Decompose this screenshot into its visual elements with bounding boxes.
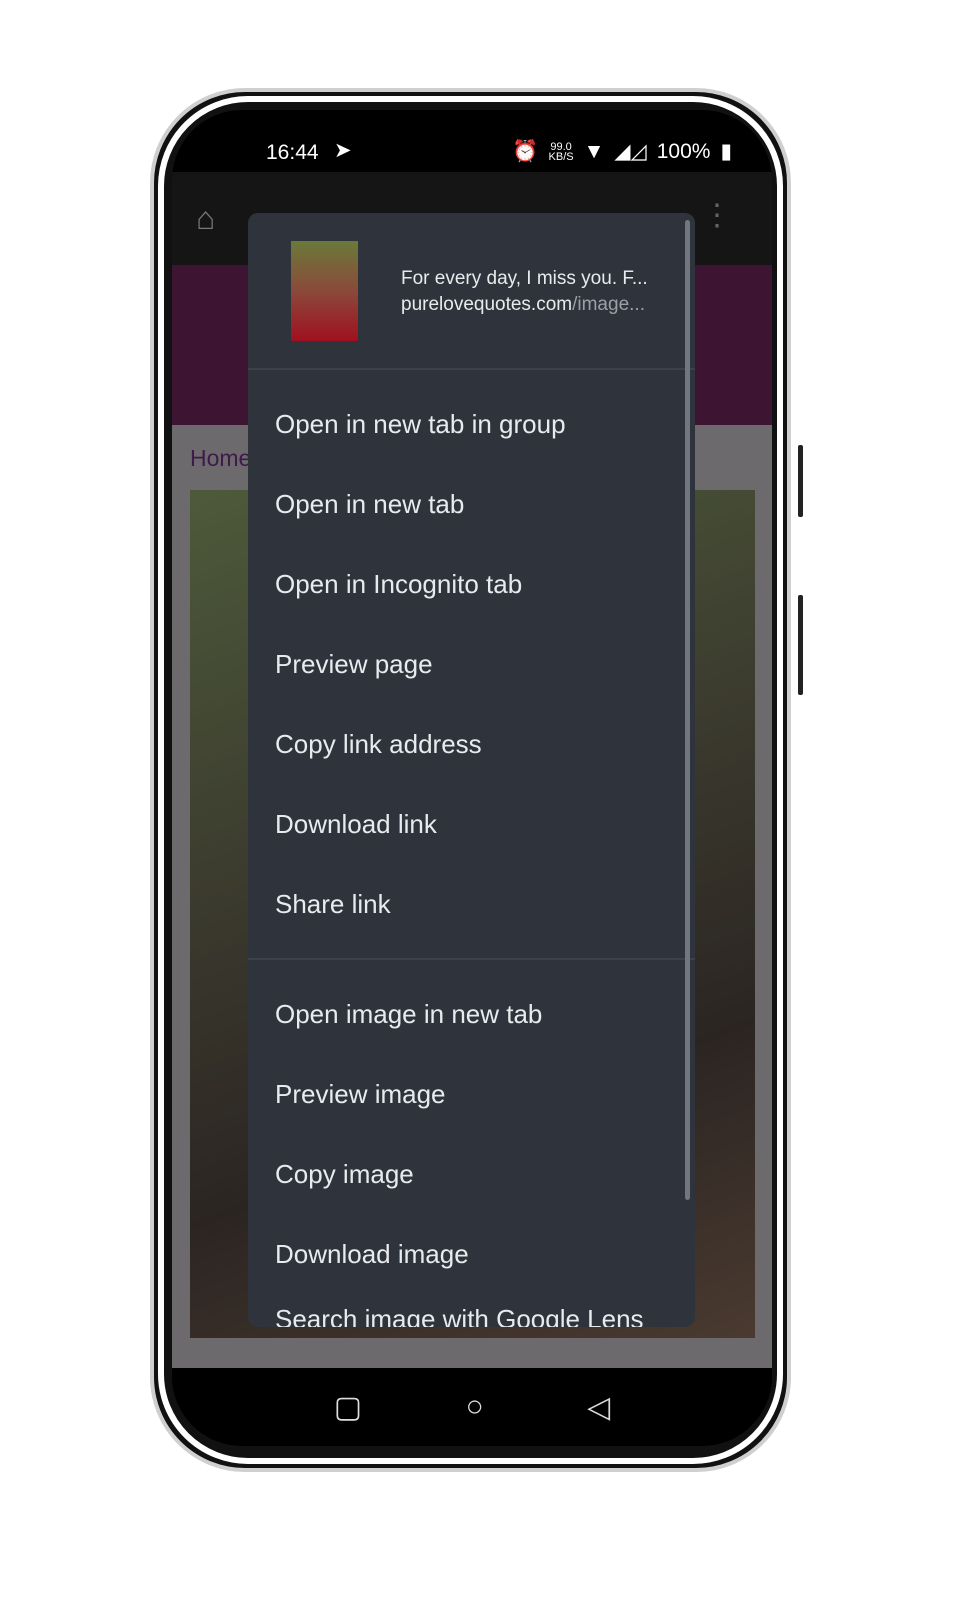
link-title: For every day, I miss you. F... <box>401 268 648 289</box>
recents-icon[interactable]: ▢ <box>334 1390 362 1425</box>
menu-item-share-link[interactable]: Share link <box>248 864 695 944</box>
link-path: /image... <box>572 294 645 315</box>
menu-item-open-new-tab[interactable]: Open in new tab <box>248 464 695 544</box>
menu-item-download-image[interactable]: Download image <box>248 1214 695 1294</box>
battery-icon: ▮ <box>720 140 732 163</box>
battery-level: 100% <box>656 139 711 163</box>
network-speed-unit: KB/S <box>548 150 574 163</box>
volume-button <box>798 445 803 517</box>
status-time: 16:44 <box>266 141 319 164</box>
link-domain: purelovequotes.com <box>401 294 573 315</box>
menu-item-open-incognito[interactable]: Open in Incognito tab <box>248 544 695 624</box>
menu-item-open-new-tab-group[interactable]: Open in new tab in group <box>248 384 695 464</box>
menu-header: For every day, I miss you. F... purelove… <box>248 213 695 370</box>
home-nav-icon[interactable]: ○ <box>466 1390 484 1424</box>
menu-scrollbar[interactable] <box>685 220 690 1200</box>
menu-item-preview-image[interactable]: Preview image <box>248 1054 695 1134</box>
image-thumbnail <box>291 241 358 341</box>
menu-item-download-link[interactable]: Download link <box>248 784 695 864</box>
back-icon[interactable]: ◁ <box>587 1390 610 1425</box>
home-icon[interactable]: ⌂ <box>196 200 215 237</box>
menu-divider <box>248 958 695 960</box>
menu-item-preview-page[interactable]: Preview page <box>248 624 695 704</box>
alarm-icon: ⏰ <box>512 139 539 163</box>
telegram-icon: ➤ <box>334 139 352 162</box>
menu-item-copy-image[interactable]: Copy image <box>248 1134 695 1214</box>
wifi-icon: ▼ <box>583 139 605 163</box>
context-menu: For every day, I miss you. F... purelove… <box>248 213 695 1327</box>
menu-item-copy-link[interactable]: Copy link address <box>248 704 695 784</box>
menu-item-open-image[interactable]: Open image in new tab <box>248 974 695 1054</box>
navigation-bar: ▢ ○ ◁ <box>172 1368 772 1446</box>
signal-icon: ◢◿ <box>614 140 647 163</box>
menu-item-google-lens[interactable]: Search image with Google Lens <box>248 1294 695 1327</box>
power-button <box>798 595 803 695</box>
more-options-icon[interactable]: ⋮ <box>702 198 732 233</box>
breadcrumb-home[interactable]: Home <box>190 445 251 472</box>
status-bar: 16:44 ➤ ⏰ 99.0 KB/S ▼ ◢◿ 100% ▮ <box>172 110 772 172</box>
